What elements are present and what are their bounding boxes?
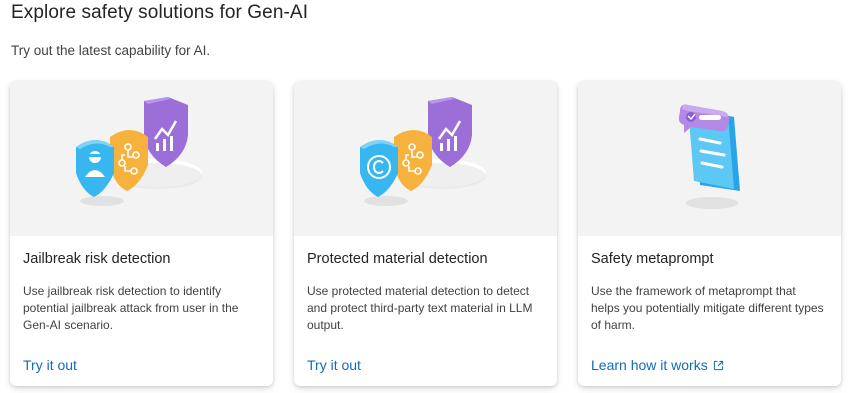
card-safety-metaprompt[interactable]: Safety metaprompt Use the framework of m… [578,81,841,386]
protected-material-shields-illustration [360,97,486,206]
try-it-out-link[interactable]: Try it out [23,357,77,373]
card-description: Use protected material detection to dete… [307,284,533,332]
jailbreak-shields-illustration [76,97,202,206]
page-subtitle: Try out the latest capability for AI. [11,43,211,58]
link-label: Try it out [23,357,77,373]
card-title: Safety metaprompt [591,251,714,267]
link-label: Learn how it works [591,357,708,373]
learn-how-it-works-link[interactable]: Learn how it works [591,357,724,373]
card-title: Jailbreak risk detection [23,251,171,267]
card-hero [10,81,273,236]
card-description: Use jailbreak risk detection to identify… [23,284,239,332]
card-hero [578,81,841,236]
external-link-icon [713,360,723,370]
card-title: Protected material detection [307,251,488,267]
card-description: Use the framework of metaprompt that hel… [591,284,824,332]
link-label: Try it out [307,357,361,373]
page-title: Explore safety solutions for Gen-AI [11,2,309,23]
card-jailbreak[interactable]: Jailbreak risk detection Use jailbreak r… [10,81,273,386]
document-chat-illustration [678,104,740,209]
try-it-out-link[interactable]: Try it out [307,357,361,373]
card-protected-material[interactable]: Protected material detection Use protect… [294,81,557,386]
card-hero [294,81,557,236]
